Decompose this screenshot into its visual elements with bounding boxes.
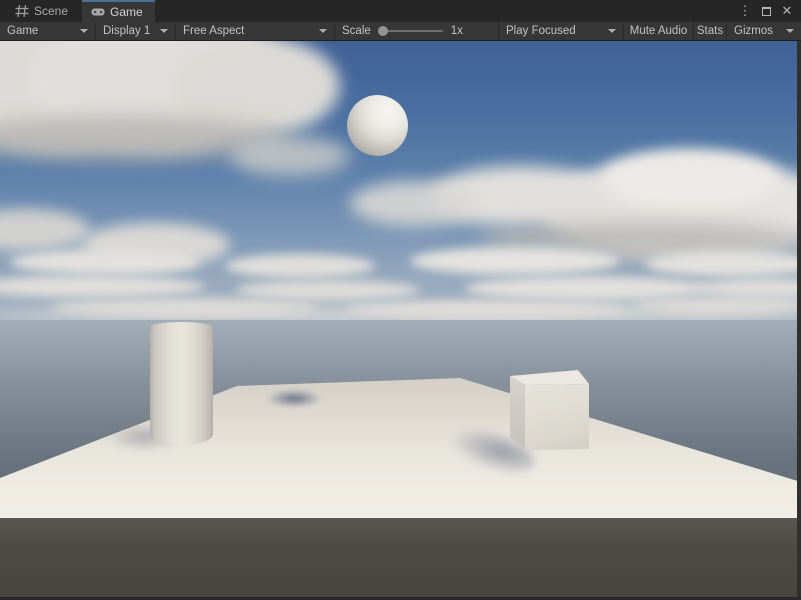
cloud xyxy=(235,280,420,301)
sphere xyxy=(347,95,408,156)
mute-audio-button[interactable]: Mute Audio xyxy=(624,22,694,40)
sphere-shadow xyxy=(266,389,322,408)
play-focused-label: Play Focused xyxy=(506,25,576,37)
scale-label: Scale xyxy=(342,25,371,37)
close-icon[interactable]: ✕ xyxy=(781,3,793,19)
cylinder xyxy=(150,322,213,445)
chevron-down-icon xyxy=(80,29,88,33)
aspect-ratio-menu[interactable]: Free Aspect xyxy=(176,22,335,40)
tab-game[interactable]: Game xyxy=(82,0,155,22)
tab-game-label: Game xyxy=(110,5,143,19)
scale-value: 1x xyxy=(451,25,463,37)
game-view-toolbar: Game Display 1 Free Aspect Scale 1x Play… xyxy=(0,22,801,41)
cube-left-face xyxy=(510,376,526,450)
scale-slider[interactable] xyxy=(379,30,443,32)
gizmos-menu[interactable]: Gizmos xyxy=(727,22,801,40)
tab-bar: Scene Game ⋮ ✕ xyxy=(0,0,801,22)
tab-scene[interactable]: Scene xyxy=(6,0,80,22)
aspect-ratio-label: Free Aspect xyxy=(183,25,244,37)
mute-audio-label: Mute Audio xyxy=(630,25,688,37)
cloud xyxy=(10,249,200,275)
window-controls: ⋮ ✕ xyxy=(739,0,801,22)
scale-control: Scale 1x xyxy=(335,22,499,40)
scale-slider-knob[interactable] xyxy=(378,26,388,36)
game-view-menu-label: Game xyxy=(7,25,38,37)
gamepad-icon xyxy=(91,6,105,18)
chevron-down-icon xyxy=(319,29,327,33)
chevron-down-icon xyxy=(160,29,168,33)
display-menu[interactable]: Display 1 xyxy=(96,22,176,40)
viewport-right-edge xyxy=(797,41,801,600)
unity-game-window: Scene Game ⋮ ✕ Game Display 1 Free As xyxy=(0,0,801,600)
stats-button[interactable]: Stats xyxy=(694,22,727,40)
maximize-box xyxy=(762,7,771,16)
grid-icon xyxy=(15,5,29,17)
game-view-menu[interactable]: Game xyxy=(0,22,96,40)
tabbar-spacer xyxy=(155,0,739,22)
tab-scene-label: Scene xyxy=(34,4,68,18)
display-menu-label: Display 1 xyxy=(103,25,150,37)
more-options-icon[interactable]: ⋮ xyxy=(739,3,751,19)
foreground-ground xyxy=(0,518,801,600)
cloud xyxy=(600,149,780,209)
cloud xyxy=(350,181,480,226)
cube-front-face xyxy=(525,384,589,450)
chevron-down-icon xyxy=(608,29,616,33)
cloud xyxy=(230,136,350,176)
game-viewport[interactable] xyxy=(0,41,801,600)
chevron-down-icon xyxy=(786,29,794,33)
gizmos-label: Gizmos xyxy=(734,25,773,37)
maximize-icon[interactable] xyxy=(760,3,772,19)
cloud xyxy=(410,247,620,275)
cloud xyxy=(225,254,375,278)
stats-label: Stats xyxy=(697,25,723,37)
play-focused-menu[interactable]: Play Focused xyxy=(499,22,624,40)
